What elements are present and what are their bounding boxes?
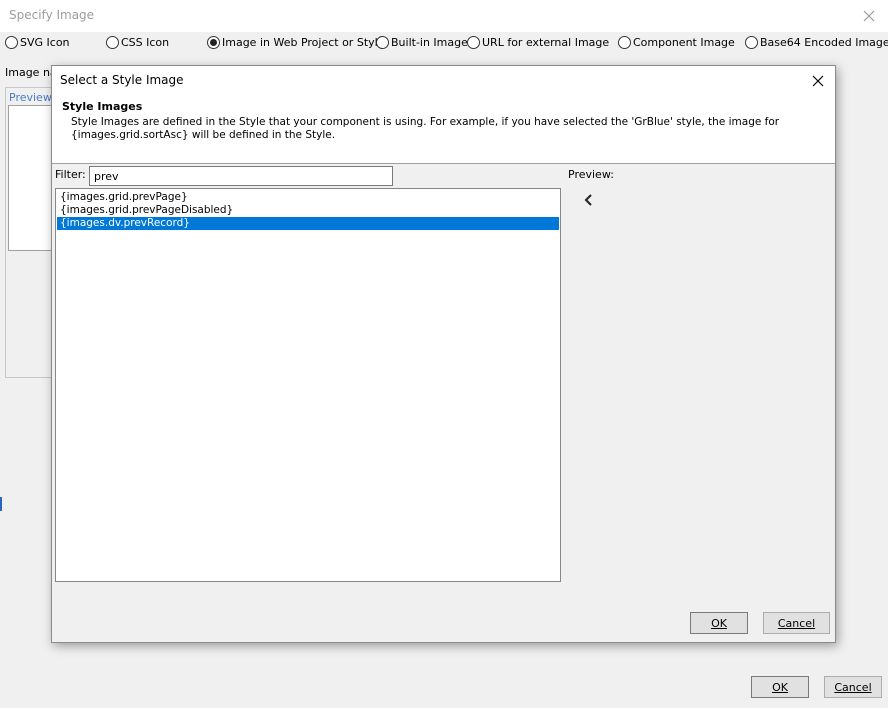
radio-button[interactable]	[618, 35, 631, 49]
radio-button[interactable]	[106, 35, 119, 49]
button-label: Cancel	[777, 616, 816, 630]
outer-preview-panel: Preview	[5, 87, 53, 378]
radio-button-checked[interactable]	[207, 35, 220, 49]
list-item-selected[interactable]: {images.dv.prevRecord}	[57, 217, 559, 230]
cancel-button[interactable]: Cancel	[763, 612, 830, 634]
radio-label: Built-in Image	[391, 35, 468, 49]
radio-label: URL for external Image	[482, 35, 610, 49]
radio-image-in-web-project[interactable]: Image in Web Project or Style	[207, 33, 384, 51]
radio-css-icon[interactable]: CSS Icon	[106, 33, 169, 51]
outer-window-title: Specify Image	[9, 8, 95, 22]
radio-button[interactable]	[467, 35, 480, 49]
header-title: Style Images	[62, 100, 143, 113]
button-label: Cancel	[834, 680, 872, 694]
list-item[interactable]: {images.grid.prevPageDisabled}	[57, 204, 559, 217]
radio-button[interactable]	[376, 35, 389, 49]
close-icon[interactable]	[808, 71, 828, 91]
outer-preview-box	[8, 105, 52, 251]
radio-label: Component Image	[633, 35, 735, 49]
outer-cancel-button[interactable]: Cancel	[824, 676, 882, 698]
list-item[interactable]: {images.grid.prevPage}	[57, 191, 559, 204]
dialog-title: Select a Style Image	[60, 73, 184, 87]
button-label: OK	[772, 680, 788, 694]
radio-component-image[interactable]: Component Image	[618, 33, 735, 51]
filter-label: Filter:	[55, 168, 86, 181]
edge-marker	[0, 497, 2, 511]
outer-ok-button[interactable]: OK	[751, 676, 809, 698]
filter-input[interactable]	[89, 166, 393, 186]
dialog-header: Style Images Style Images are defined in…	[52, 96, 835, 164]
radio-label: CSS Icon	[121, 35, 170, 49]
radio-base64-image[interactable]: Base64 Encoded Image	[745, 33, 888, 51]
radio-button[interactable]	[745, 35, 758, 49]
radio-label: Image in Web Project or Style	[222, 35, 385, 49]
radio-button[interactable]	[5, 35, 18, 49]
radio-label: Base64 Encoded Image	[760, 35, 888, 49]
preview-link[interactable]: Preview	[9, 91, 52, 104]
select-style-image-dialog: Select a Style Image Style Images Style …	[51, 65, 836, 643]
radio-built-in-image[interactable]: Built-in Image	[376, 33, 468, 51]
chevron-left-icon	[584, 194, 592, 206]
radio-svg-icon[interactable]: SVG Icon	[5, 33, 70, 51]
style-image-list[interactable]: {images.grid.prevPage} {images.grid.prev…	[55, 188, 561, 582]
preview-label: Preview:	[568, 168, 614, 181]
image-type-radio-group: SVG Icon CSS Icon Image in Web Project o…	[0, 33, 888, 53]
button-label: OK	[711, 616, 727, 630]
outer-close-icon[interactable]	[858, 5, 880, 27]
ok-button[interactable]: OK	[690, 612, 748, 634]
dialog-title-bar: Select a Style Image	[52, 66, 835, 96]
radio-url-external-image[interactable]: URL for external Image	[467, 33, 609, 51]
outer-title-bar: Specify Image	[0, 0, 888, 32]
header-description: Style Images are defined in the Style th…	[71, 116, 780, 141]
radio-label: SVG Icon	[20, 35, 70, 49]
